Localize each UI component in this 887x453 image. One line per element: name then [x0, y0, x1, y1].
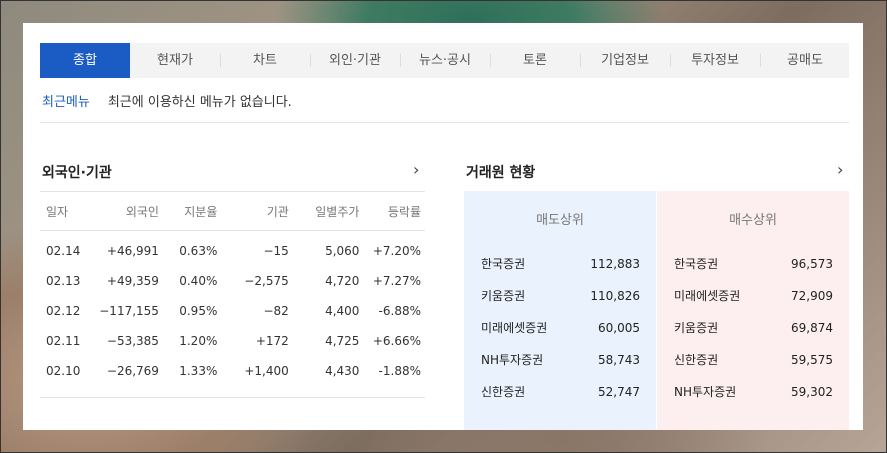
- cell-ratio: 0.63%: [179, 244, 218, 258]
- recent-menu: 최근메뉴 최근에 이용하신 메뉴가 없습니다.: [42, 91, 292, 110]
- tab-investment-info[interactable]: 투자정보: [670, 43, 760, 78]
- col-ratio: 지분율: [162, 191, 222, 231]
- list-item: NH투자증권 58,743: [481, 344, 640, 376]
- chevron-right-icon[interactable]: ›: [413, 160, 419, 179]
- table-header-row: 일자 외국인 지분율 기관 일별주가 등락률: [40, 191, 425, 231]
- broker-name: 신한증권: [674, 353, 719, 367]
- top-sellers-panel: 매도상위 한국증권 112,883 키움증권 110,826 미래에셋증권 60…: [464, 191, 656, 430]
- cell-date: 02.11: [46, 334, 81, 348]
- table-row: 02.13 +49,359 0.40% −2,575 4,720 +7.27%: [40, 266, 425, 296]
- broker-volume: 69,874: [791, 321, 833, 335]
- broker-name: 미래에셋증권: [481, 321, 548, 335]
- cell-change: -6.88%: [378, 304, 421, 318]
- table-row: 02.11 −53,385 1.20% +172 4,725 +6.66%: [40, 326, 425, 356]
- top-buyers-title: 매수상위: [729, 213, 777, 228]
- col-daily-price: 일별주가: [292, 191, 364, 231]
- chevron-right-icon[interactable]: ›: [837, 160, 843, 179]
- cell-foreign: −53,385: [106, 334, 159, 348]
- cell-price: 4,720: [325, 274, 360, 288]
- cell-foreign: −26,769: [106, 364, 159, 378]
- cell-price: 4,430: [325, 364, 360, 378]
- tab-news-disclosure[interactable]: 뉴스·공시: [400, 43, 490, 78]
- col-foreign: 외국인: [93, 191, 163, 231]
- cell-change: +6.66%: [372, 334, 421, 348]
- table-row: 02.12 −117,155 0.95% −82 4,400 -6.88%: [40, 296, 425, 326]
- cell-ratio: 0.40%: [179, 274, 218, 288]
- tab-chart[interactable]: 차트: [220, 43, 310, 78]
- broker-volume: 59,302: [791, 385, 833, 399]
- recent-menu-label[interactable]: 최근메뉴: [42, 91, 90, 110]
- broker-name: 키움증권: [481, 289, 526, 303]
- broker-volume: 60,005: [598, 321, 640, 335]
- tab-discussion[interactable]: 토론: [490, 43, 580, 78]
- cell-date: 02.13: [46, 274, 81, 288]
- foreign-institution-title[interactable]: 외국인·기관: [42, 162, 112, 182]
- tab-summary[interactable]: 종합: [40, 43, 130, 78]
- list-item: 키움증권 69,874: [674, 312, 833, 344]
- top-buyers-list: 한국증권 96,573 미래에셋증권 72,909 키움증권 69,874 신한…: [674, 248, 833, 408]
- broker-volume: 96,573: [791, 257, 833, 271]
- cell-institution: −2,575: [244, 274, 289, 288]
- broker-volume: 52,747: [598, 385, 640, 399]
- cell-institution: −15: [263, 244, 289, 258]
- broker-volume: 112,883: [590, 257, 640, 271]
- divider: [40, 122, 849, 123]
- col-change-rate: 등락률: [363, 191, 425, 231]
- cell-ratio: 0.95%: [179, 304, 218, 318]
- list-item: 신한증권 52,747: [481, 376, 640, 408]
- cell-ratio: 1.20%: [179, 334, 218, 348]
- list-item: 미래에셋증권 60,005: [481, 312, 640, 344]
- cell-price: 5,060: [325, 244, 360, 258]
- broker-name: 한국증권: [481, 257, 526, 271]
- list-item: 한국증권 96,573: [674, 248, 833, 280]
- broker-name: 신한증권: [481, 385, 526, 399]
- cell-foreign: +46,991: [106, 244, 159, 258]
- cell-change: +7.20%: [372, 244, 421, 258]
- list-item: 신한증권 59,575: [674, 344, 833, 376]
- cell-price: 4,400: [325, 304, 360, 318]
- foreign-institution-table: 일자 외국인 지분율 기관 일별주가 등락률 02.14 +46,991 0.6…: [40, 191, 425, 386]
- broker-name: 미래에셋증권: [674, 289, 741, 303]
- top-buyers-panel: 매수상위 한국증권 96,573 미래에셋증권 72,909 키움증권 69,8…: [657, 191, 849, 430]
- cell-institution: −82: [263, 304, 289, 318]
- recent-menu-message: 최근에 이용하신 메뉴가 없습니다.: [107, 95, 292, 110]
- cell-institution: +1,400: [244, 364, 289, 378]
- list-item: 한국증권 112,883: [481, 248, 640, 280]
- cell-ratio: 1.33%: [179, 364, 218, 378]
- top-sellers-title: 매도상위: [536, 213, 584, 228]
- list-item: NH투자증권 59,302: [674, 376, 833, 408]
- broker-volume: 72,909: [791, 289, 833, 303]
- list-item: 키움증권 110,826: [481, 280, 640, 312]
- broker-volume: 59,575: [791, 353, 833, 367]
- cell-date: 02.12: [46, 304, 81, 318]
- col-date: 일자: [40, 191, 94, 231]
- cell-date: 02.14: [46, 244, 81, 258]
- tab-company-info[interactable]: 기업정보: [580, 43, 670, 78]
- cell-date: 02.10: [46, 364, 81, 378]
- broker-name: 키움증권: [674, 321, 719, 335]
- cell-foreign: −117,155: [99, 304, 159, 318]
- top-sellers-list: 한국증권 112,883 키움증권 110,826 미래에셋증권 60,005 …: [481, 248, 640, 408]
- cell-change: -1.88%: [378, 364, 421, 378]
- cell-foreign: +49,359: [106, 274, 159, 288]
- broker-title[interactable]: 거래원 현황: [466, 162, 535, 182]
- tab-current-price[interactable]: 현재가: [130, 43, 220, 78]
- divider: [40, 397, 425, 398]
- list-item: 미래에셋증권 72,909: [674, 280, 833, 312]
- broker-name: NH투자증권: [674, 385, 737, 399]
- broker-volume: 58,743: [598, 353, 640, 367]
- stock-info-panel: 종합 현재가 차트 외인·기관 뉴스·공시 토론 기업정보 투자정보 공매도 최…: [23, 23, 863, 430]
- broker-name: 한국증권: [674, 257, 719, 271]
- col-institution: 기관: [221, 191, 293, 231]
- tab-short-selling[interactable]: 공매도: [760, 43, 850, 78]
- broker-volume: 110,826: [590, 289, 640, 303]
- table-row: 02.14 +46,991 0.63% −15 5,060 +7.20%: [40, 231, 425, 267]
- tab-foreign-institution[interactable]: 외인·기관: [310, 43, 400, 78]
- cell-change: +7.27%: [372, 274, 421, 288]
- tab-bar: 종합 현재가 차트 외인·기관 뉴스·공시 토론 기업정보 투자정보 공매도: [40, 43, 849, 78]
- cell-institution: +172: [255, 334, 289, 348]
- broker-name: NH투자증권: [481, 353, 544, 367]
- cell-price: 4,725: [325, 334, 360, 348]
- table-row: 02.10 −26,769 1.33% +1,400 4,430 -1.88%: [40, 356, 425, 386]
